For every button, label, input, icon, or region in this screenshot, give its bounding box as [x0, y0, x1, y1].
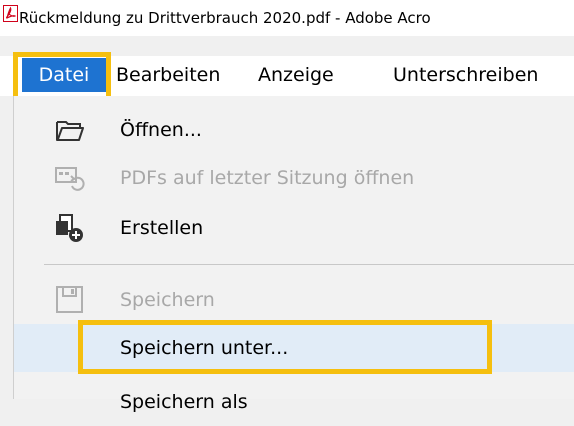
menu-item-letzte-sitzung: PDFs auf letzter Sitzung öffnen [14, 154, 574, 202]
menu-item-label: Speichern als [120, 391, 248, 413]
menu-item-oeffnen[interactable]: Öffnen... [14, 106, 574, 154]
menu-anzeige[interactable]: Anzeige [258, 56, 334, 96]
menu-item-label: Öffnen... [120, 119, 202, 141]
restore-session-icon [54, 162, 86, 194]
folder-open-icon [54, 114, 86, 146]
menu-item-label: PDFs auf letzter Sitzung öffnen [120, 167, 415, 189]
window-title-bar: Rückmeldung zu Drittverbrauch 2020.pdf -… [0, 0, 574, 36]
menu-item-erstellen[interactable]: Erstellen [14, 204, 574, 252]
datei-highlight-box [13, 52, 111, 102]
create-pdf-icon [54, 212, 86, 244]
menu-item-label: Erstellen [120, 217, 204, 239]
speichern-unter-highlight-box [78, 320, 492, 374]
menu-item-speichern-als[interactable]: Speichern als [14, 378, 574, 426]
menu-separator [44, 264, 574, 265]
menu-unterschreiben[interactable]: Unterschreiben [393, 56, 538, 96]
pdf-icon [3, 5, 18, 26]
window-title: Rückmeldung zu Drittverbrauch 2020.pdf -… [19, 9, 431, 27]
menu-item-label: Speichern [120, 289, 215, 311]
menu-item-speichern: Speichern [14, 276, 574, 324]
menu-bearbeiten[interactable]: Bearbeiten [116, 56, 220, 96]
save-disk-icon [54, 284, 86, 316]
